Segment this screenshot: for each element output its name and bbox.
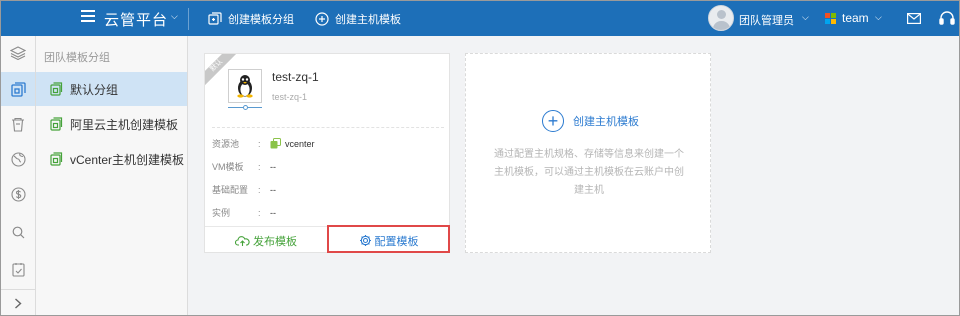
field-value: -- — [270, 207, 276, 218]
rail-recycle[interactable] — [1, 107, 35, 141]
rail-network[interactable] — [1, 142, 35, 176]
create-host-template-button[interactable]: 创建主机模板 — [315, 11, 401, 27]
field-key: 资源池 — [212, 139, 240, 149]
field-vm-template: VM模板 : -- — [212, 160, 276, 173]
create-host-template-card-label: 创建主机模板 — [573, 116, 639, 128]
configure-highlight-box — [327, 225, 450, 253]
create-host-template-label: 创建主机模板 — [335, 14, 401, 26]
collapse-rail-button[interactable] — [1, 289, 35, 315]
create-template-group-button[interactable]: 创建模板分组 — [208, 11, 294, 27]
plus-circle-icon — [315, 12, 329, 26]
globe-icon — [10, 151, 26, 167]
template-group-panel: 团队模板分组 默认分组 阿里云主机创建模板 vCenter主机创建模板 — [36, 36, 188, 315]
linux-tux-icon — [237, 75, 253, 98]
field-base-config: 基础配置 : -- — [212, 183, 276, 196]
headset-icon[interactable] — [939, 11, 955, 26]
group-item-label: vCenter主机创建模板 — [70, 152, 185, 167]
create-host-template-card-button[interactable]: + 创建主机模板 — [542, 110, 639, 132]
vcenter-icon — [270, 138, 281, 149]
template-title[interactable]: test-zq-1 — [272, 70, 319, 84]
group-item-aliyun[interactable]: 阿里云主机创建模板 — [36, 107, 187, 141]
field-value: -- — [270, 161, 276, 172]
publish-template-label: 发布模板 — [253, 235, 297, 248]
field-value-text: vcenter — [285, 138, 315, 149]
rail-templates[interactable] — [1, 72, 35, 106]
group-item-label: 阿里云主机创建模板 — [70, 117, 179, 132]
field-colon: : — [258, 138, 261, 149]
field-key: 实例 — [212, 208, 231, 218]
rail-layers[interactable] — [1, 36, 35, 70]
chevron-right-icon — [15, 298, 22, 309]
trash-icon — [12, 117, 24, 132]
team-logo-icon — [825, 13, 837, 25]
chevron-down-icon[interactable]: ⌵ — [171, 11, 178, 22]
chevron-down-icon[interactable]: ⌵ — [802, 12, 809, 23]
field-resource-pool: 资源池 : vcenter — [212, 137, 315, 150]
rail-billing[interactable] — [1, 177, 35, 211]
field-value: -- — [270, 184, 276, 195]
create-template-card[interactable]: + 创建主机模板 通过配置主机规格、存储等信息来创建一个主机模板，可以通过主机模… — [465, 53, 711, 253]
field-colon: : — [258, 207, 261, 218]
mail-icon[interactable] — [907, 13, 921, 24]
publish-template-button[interactable]: 发布模板 — [205, 227, 327, 254]
plus-circle-icon: + — [542, 110, 564, 132]
chevron-down-icon[interactable]: ⌵ — [875, 12, 882, 23]
template-card[interactable]: 默认 test-zq-1 test-zq-1 资源池 : vcenter VM模… — [204, 53, 450, 253]
field-key: 基础配置 — [212, 185, 249, 195]
divider — [212, 127, 444, 128]
app-window: 云管平台 ⌵ 创建模板分组 创建主机模板 团队管理员 ⌵ team ⌵ 团队模板… — [0, 0, 960, 316]
brand-title[interactable]: 云管平台 — [104, 9, 168, 30]
field-colon: : — [258, 161, 261, 172]
field-instances: 实例 : -- — [212, 206, 276, 219]
checklist-icon — [11, 262, 25, 277]
template-subtitle: test-zq-1 — [272, 92, 308, 102]
group-icon — [50, 152, 63, 166]
group-item-default[interactable]: 默认分组 — [36, 72, 187, 106]
user-name[interactable]: 团队管理员 — [739, 12, 794, 28]
top-bar: 云管平台 ⌵ 创建模板分组 创建主机模板 团队管理员 ⌵ team ⌵ — [1, 1, 959, 36]
rail-audit[interactable] — [1, 252, 35, 286]
rail-search[interactable] — [1, 215, 35, 249]
group-panel-title: 团队模板分组 — [44, 52, 110, 64]
os-image-box — [228, 69, 262, 103]
search-icon — [12, 226, 24, 238]
dollar-icon — [10, 186, 26, 202]
field-key: VM模板 — [212, 162, 244, 172]
template-icon — [10, 81, 26, 97]
divider — [188, 8, 189, 30]
group-icon — [50, 117, 63, 131]
group-item-vcenter[interactable]: vCenter主机创建模板 — [36, 142, 187, 176]
os-underline — [228, 104, 262, 110]
create-template-group-label: 创建模板分组 — [228, 14, 294, 26]
cloud-upload-icon — [235, 235, 250, 246]
layers-icon — [10, 46, 26, 60]
group-item-label: 默认分组 — [70, 82, 119, 97]
menu-icon[interactable] — [81, 10, 95, 24]
template-group-icon — [208, 12, 222, 25]
field-colon: : — [258, 184, 261, 195]
icon-rail — [1, 36, 36, 315]
team-switcher[interactable]: team — [842, 11, 869, 25]
avatar[interactable] — [708, 5, 734, 31]
group-icon — [50, 82, 63, 96]
create-template-description: 通过配置主机规格、存储等信息来创建一个主机模板，可以通过主机模板在云账户中创建主… — [494, 149, 684, 196]
field-value: vcenter — [270, 138, 315, 149]
